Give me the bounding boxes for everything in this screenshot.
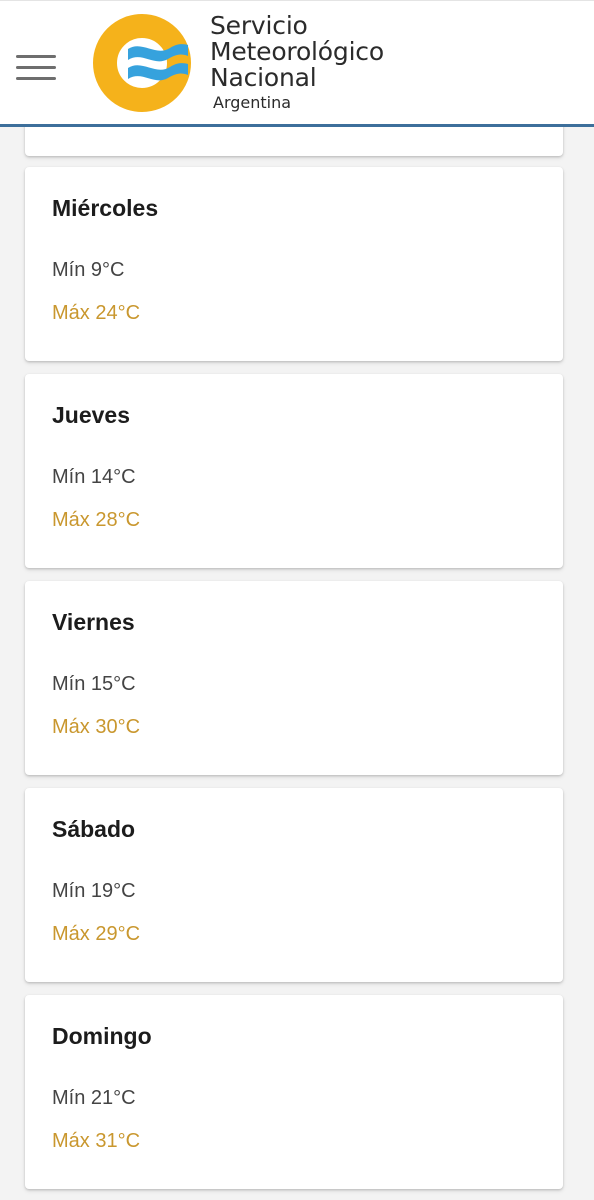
min-temperature: Mín 15°C — [52, 673, 136, 695]
max-temperature: Máx 28°C — [52, 509, 141, 531]
logo-wordmark: Servicio Meteorológico Nacional Argentin… — [210, 13, 384, 111]
max-temperature: Máx 30°C — [52, 716, 141, 738]
day-name: Domingo — [52, 1023, 152, 1049]
day-name: Miércoles — [52, 195, 159, 221]
logo-country: Argentina — [213, 93, 292, 112]
max-temperature: Máx 31°C — [52, 1130, 141, 1152]
day-name: Jueves — [52, 402, 131, 428]
forecast-list[interactable]: Miércoles Mín 9°C Máx 24°C Jueves Mín 14… — [0, 127, 594, 1200]
max-temperature: Máx 24°C — [52, 302, 141, 324]
smn-logo[interactable]: Servicio Meteorológico Nacional Argentin… — [92, 13, 414, 115]
menu-button[interactable] — [14, 51, 60, 83]
forecast-card: Jueves Mín 14°C Máx 28°C — [25, 374, 563, 568]
smn-logo-icon — [93, 14, 191, 112]
min-temperature: Mín 21°C — [52, 1087, 136, 1109]
min-temperature: Mín 14°C — [52, 466, 136, 488]
logo-line-1: Servicio — [210, 11, 308, 40]
forecast-card: Viernes Mín 15°C Máx 30°C — [25, 581, 563, 775]
min-temperature: Mín 19°C — [52, 880, 136, 902]
min-temperature: Mín 9°C — [52, 259, 125, 281]
day-name: Viernes — [52, 609, 135, 635]
forecast-card-partial — [25, 127, 563, 156]
max-temperature: Máx 29°C — [52, 923, 141, 945]
logo-line-2: Meteorológico — [210, 37, 384, 66]
forecast-card: Domingo Mín 21°C Máx 31°C — [25, 995, 563, 1189]
logo-line-3: Nacional — [210, 63, 317, 92]
day-name: Sábado — [52, 816, 136, 842]
app-header: Servicio Meteorológico Nacional Argentin… — [0, 0, 594, 125]
forecast-card: Sábado Mín 19°C Máx 29°C — [25, 788, 563, 982]
forecast-card: Miércoles Mín 9°C Máx 24°C — [25, 167, 563, 361]
